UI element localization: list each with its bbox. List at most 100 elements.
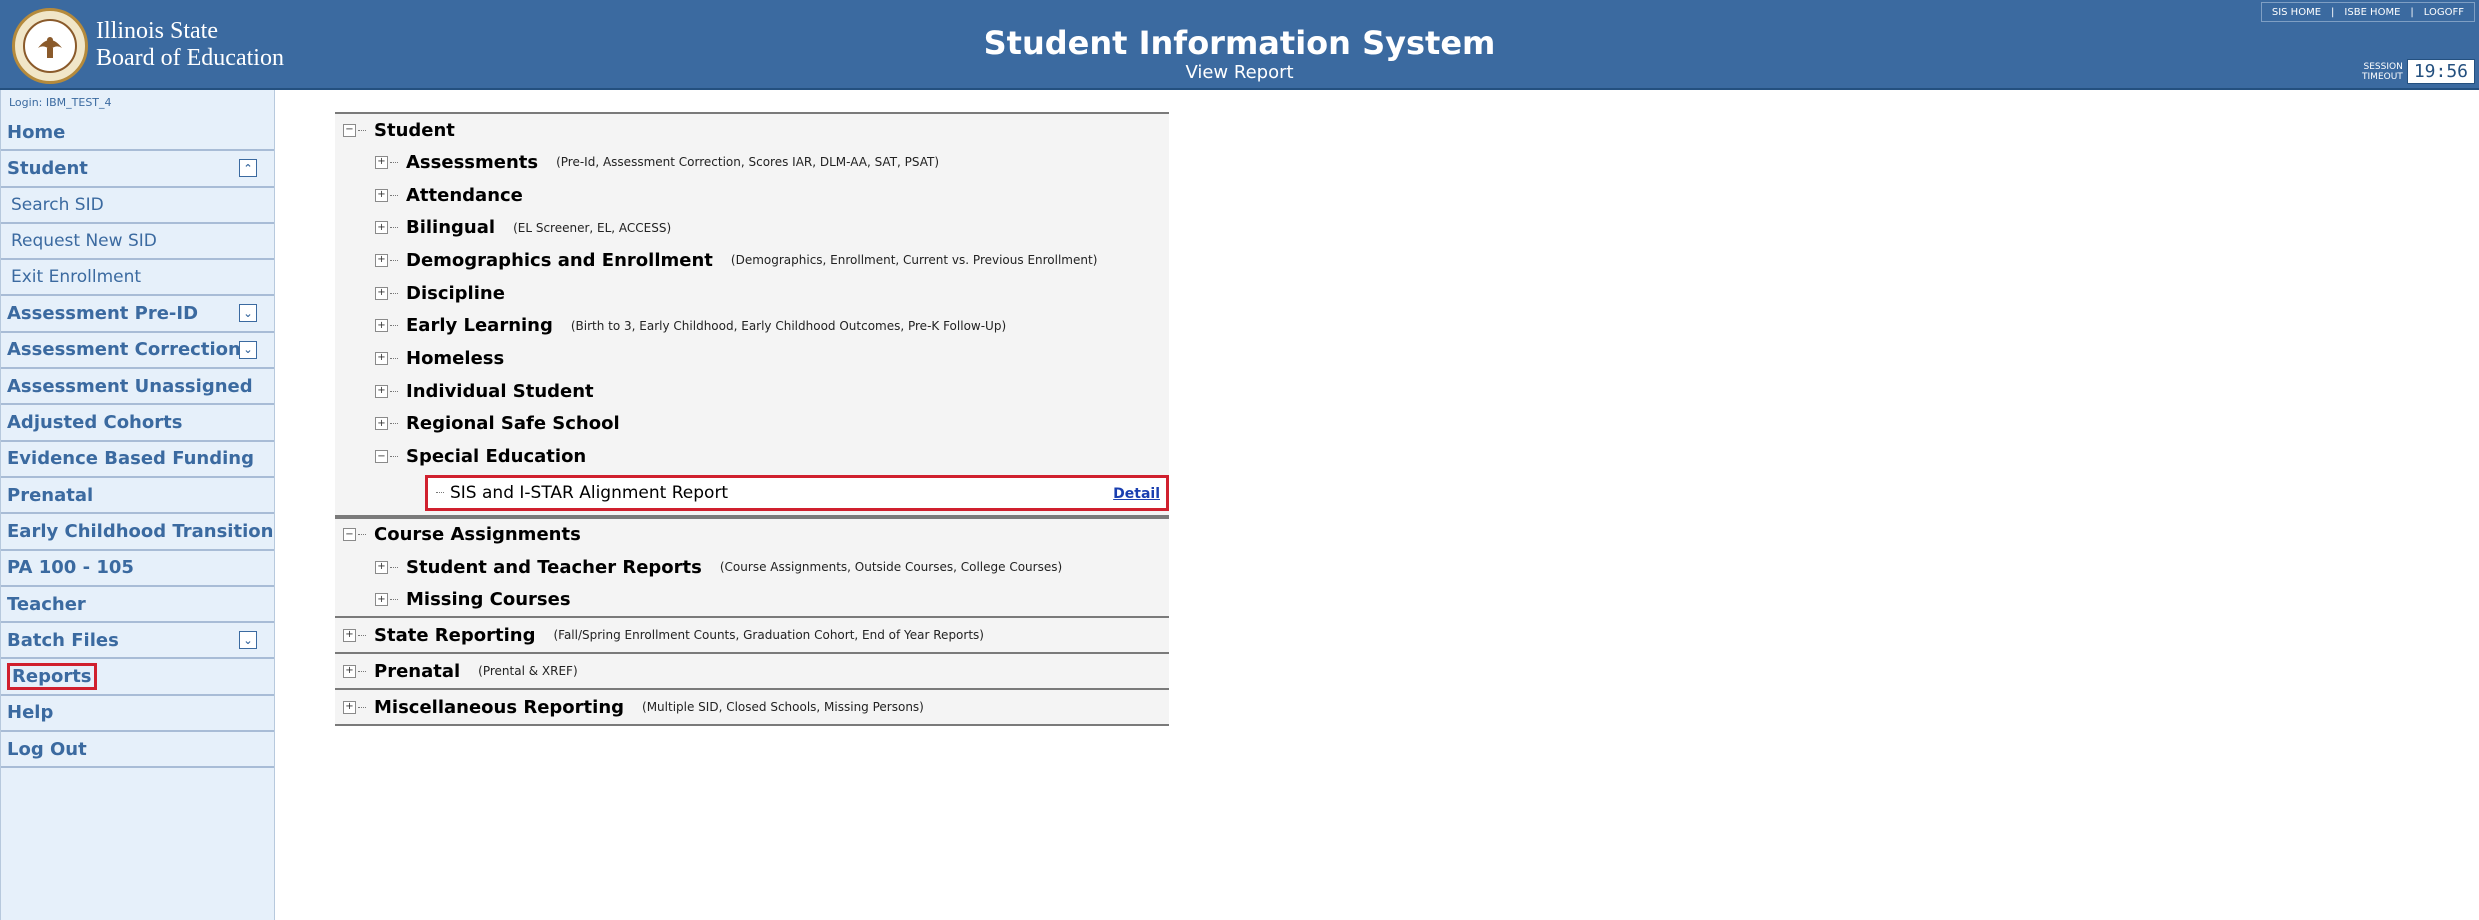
expand-icon[interactable]: +: [375, 286, 388, 300]
tree-node-attendance[interactable]: + Attendance: [335, 178, 1169, 212]
tree-node-desc: (Fall/Spring Enrollment Counts, Graduati…: [553, 628, 984, 643]
tree-node-desc: (EL Screener, EL, ACCESS): [513, 220, 672, 235]
tree-node-bilingual[interactable]: + Bilingual (EL Screener, EL, ACCESS): [335, 211, 1169, 245]
tree-node-state-reporting[interactable]: + State Reporting (Fall/Spring Enrollmen…: [335, 618, 1169, 653]
collapse-icon[interactable]: −: [343, 528, 356, 542]
tree-node-demographics-enrollment[interactable]: + Demographics and Enrollment (Demograph…: [335, 244, 1169, 277]
tree-node-desc: (Multiple SID, Closed Schools, Missing P…: [642, 700, 924, 715]
sidebar-item-student[interactable]: Student ⌃: [1, 151, 274, 188]
sidebar-item-early-childhood-transition[interactable]: Early Childhood Transition: [1, 514, 274, 551]
expand-icon[interactable]: +: [375, 560, 388, 574]
sidebar-item-adjusted-cohorts[interactable]: Adjusted Cohorts: [1, 405, 274, 442]
expand-icon[interactable]: +: [375, 221, 388, 235]
tree-node-course-assignments[interactable]: − Course Assignments: [335, 516, 1169, 551]
sidebar-item-search-sid[interactable]: Search SID: [1, 188, 274, 224]
tree-node-label: Miscellaneous Reporting: [374, 696, 625, 718]
tree-node-assessments[interactable]: + Assessments (Pre-Id, Assessment Correc…: [335, 146, 1169, 179]
tree-connector: [436, 492, 444, 494]
report-tree: − Student + Assessments (Pre-Id, Assessm…: [335, 112, 1169, 727]
expand-icon[interactable]: +: [375, 155, 388, 169]
expand-icon[interactable]: ⌄: [239, 631, 257, 650]
expand-icon[interactable]: +: [343, 628, 356, 642]
tree-node-desc: (Prental & XREF): [478, 664, 578, 679]
session-timeout-label: SESSION TIMEOUT: [2362, 62, 2403, 82]
page-title: Student Information System: [983, 24, 1496, 62]
tree-node-missing-courses[interactable]: + Missing Courses: [335, 583, 1169, 617]
tree-node-special-education[interactable]: − Special Education: [335, 440, 1169, 473]
tree-node-student-teacher-reports[interactable]: + Student and Teacher Reports (Course As…: [335, 550, 1169, 584]
sidebar-item-label: Home: [7, 121, 66, 143]
sidebar-item-batch-files[interactable]: Batch Files ⌄: [1, 623, 274, 660]
sidebar-item-assessment-unassigned[interactable]: Assessment Unassigned: [1, 369, 274, 406]
sidebar-item-reports[interactable]: Reports: [1, 659, 274, 696]
sidebar-item-assessment-pre-id[interactable]: Assessment Pre-ID ⌄: [1, 296, 274, 333]
tree-node-label: Discipline: [406, 282, 505, 304]
sidebar-item-home[interactable]: Home: [1, 115, 274, 152]
tree-node-desc: (Demographics, Enrollment, Current vs. P…: [730, 253, 1098, 268]
tree-section-student: − Student + Assessments (Pre-Id, Assessm…: [335, 112, 1169, 517]
session-timeout: SESSION TIMEOUT 19:56: [2362, 59, 2475, 84]
session-timer: 19:56: [2406, 59, 2475, 84]
tree-node-label: Individual Student: [406, 380, 594, 402]
page-subtitle: View Report: [1185, 62, 1294, 83]
expand-icon[interactable]: ⌄: [239, 304, 257, 323]
sidebar-item-log-out[interactable]: Log Out: [1, 732, 274, 769]
tree-node-label: Regional Safe School: [406, 413, 620, 435]
sidebar-item-request-new-sid[interactable]: Request New SID: [1, 224, 274, 261]
collapse-icon[interactable]: ⌃: [239, 159, 257, 178]
sidebar-item-label: Log Out: [7, 738, 87, 760]
expand-icon[interactable]: ⌄: [239, 340, 257, 359]
report-row-sis-istar-alignment[interactable]: SIS and I-STAR Alignment Report Detail: [425, 474, 1169, 511]
detail-link[interactable]: Detail: [1113, 486, 1160, 502]
sidebar-item-label: Prenatal: [7, 484, 94, 506]
tree-section-misc-reporting: + Miscellaneous Reporting (Multiple SID,…: [335, 690, 1169, 727]
tree-node-label: Student: [374, 119, 455, 141]
collapse-icon[interactable]: −: [343, 123, 356, 137]
expand-icon[interactable]: +: [375, 417, 388, 431]
tree-node-label: Early Learning: [406, 315, 553, 337]
expand-icon[interactable]: +: [375, 253, 388, 267]
expand-icon[interactable]: +: [375, 319, 388, 333]
expand-icon[interactable]: +: [375, 351, 388, 365]
sis-home-link[interactable]: SIS HOME: [2262, 7, 2331, 18]
sidebar-item-label: Assessment Pre-ID: [7, 303, 199, 325]
expand-icon[interactable]: +: [343, 700, 356, 714]
expand-icon[interactable]: +: [375, 188, 388, 202]
report-label: SIS and I-STAR Alignment Report: [450, 482, 729, 503]
session-label-line1: SESSION: [2363, 61, 2403, 72]
tree-node-desc: (Birth to 3, Early Childhood, Early Chil…: [570, 318, 1007, 333]
sidebar-item-label: Evidence Based Funding: [7, 448, 254, 470]
tree-node-student[interactable]: − Student: [335, 112, 1169, 146]
tree-node-regional-safe-school[interactable]: + Regional Safe School: [335, 407, 1169, 441]
tree-node-desc: (Course Assignments, Outside Courses, Co…: [719, 560, 1063, 575]
isbe-home-link[interactable]: ISBE HOME: [2334, 7, 2410, 18]
collapse-icon[interactable]: −: [375, 450, 388, 464]
tree-node-prenatal[interactable]: + Prenatal (Prental & XREF): [335, 654, 1169, 689]
tree-node-individual-student[interactable]: + Individual Student: [335, 374, 1169, 408]
expand-icon[interactable]: +: [343, 664, 356, 678]
sidebar-item-prenatal[interactable]: Prenatal: [1, 478, 274, 515]
app-header: Illinois State Board of Education Studen…: [0, 0, 2479, 90]
sidebar-item-exit-enrollment[interactable]: Exit Enrollment: [1, 260, 274, 297]
tree-node-desc: (Pre-Id, Assessment Correction, Scores I…: [556, 155, 940, 170]
sidebar-item-label: Help: [7, 702, 54, 724]
tree-node-label: Missing Courses: [406, 589, 571, 611]
tree-node-label: Special Education: [406, 446, 587, 468]
sidebar-item-label: Early Childhood Transition: [7, 520, 274, 542]
sidebar-item-teacher[interactable]: Teacher: [1, 587, 274, 624]
sidebar-item-evidence-based-funding[interactable]: Evidence Based Funding: [1, 442, 274, 478]
expand-icon[interactable]: +: [375, 384, 388, 398]
logoff-link[interactable]: LOGOFF: [2414, 7, 2474, 18]
expand-icon[interactable]: +: [375, 593, 388, 607]
sidebar-item-label: Teacher: [7, 593, 86, 615]
tree-node-discipline[interactable]: + Discipline: [335, 276, 1169, 310]
sidebar-item-pa-100-105[interactable]: PA 100 - 105: [1, 551, 274, 587]
tree-node-label: Assessments: [406, 151, 539, 173]
sidebar-item-help[interactable]: Help: [1, 696, 274, 733]
tree-node-early-learning[interactable]: + Early Learning (Birth to 3, Early Chil…: [335, 309, 1169, 343]
tree-node-label: State Reporting: [374, 624, 536, 646]
sidebar-item-assessment-correction[interactable]: Assessment Correction ⌄: [1, 333, 274, 370]
tree-node-homeless[interactable]: + Homeless: [335, 342, 1169, 375]
tree-node-misc-reporting[interactable]: + Miscellaneous Reporting (Multiple SID,…: [335, 690, 1169, 725]
sidebar-item-label: Request New SID: [11, 231, 157, 252]
